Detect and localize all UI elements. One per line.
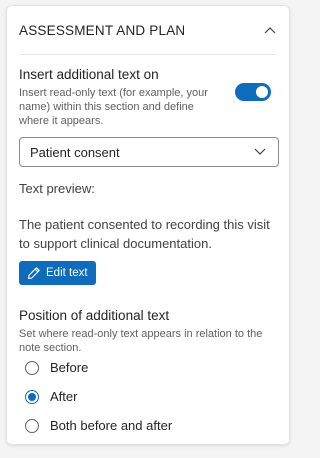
position-description: Set where read-only text appears in rela… [19, 328, 263, 354]
edit-text-button[interactable]: Edit text [19, 261, 96, 285]
chevron-up-icon [264, 27, 276, 34]
position-label: Position of additional text [19, 308, 170, 323]
insert-text-description: Insert read-only text (for example, your… [19, 87, 208, 127]
text-type-dropdown[interactable]: Patient consent [19, 137, 279, 167]
radio-button[interactable] [25, 360, 39, 375]
preview-label: Text preview: [19, 181, 95, 196]
dropdown-selected-value: Patient consent [30, 144, 120, 160]
insert-text-toggle[interactable] [235, 83, 271, 101]
edit-text-button-label: Edit text [46, 267, 88, 279]
assessment-and-plan-card: ASSESSMENT AND PLAN Insert additional te… [6, 5, 290, 445]
section-title: ASSESSMENT AND PLAN [19, 22, 186, 38]
radio-option-after[interactable]: After [25, 389, 77, 404]
pencil-icon [28, 267, 40, 279]
collapse-button[interactable] [259, 19, 281, 41]
insert-text-label: Insert additional text on [19, 67, 159, 82]
radio-label: Both before and after [50, 418, 173, 433]
position-group: Position of additional text Set where re… [19, 308, 277, 355]
radio-button-checked[interactable] [25, 389, 39, 404]
preview-group: Text preview: The patient consented to r… [19, 181, 277, 253]
radio-button[interactable] [25, 418, 39, 433]
toggle-knob [256, 86, 268, 98]
section-header: ASSESSMENT AND PLAN [19, 6, 277, 55]
radio-option-both[interactable]: Both before and after [25, 418, 172, 433]
preview-text: The patient consented to recording this … [19, 217, 270, 251]
insert-text-group: Insert additional text on Insert read-on… [19, 67, 277, 128]
radio-label: After [50, 389, 78, 404]
chevron-down-icon [254, 148, 266, 155]
radio-label: Before [50, 360, 89, 375]
radio-option-before[interactable]: Before [25, 360, 88, 375]
